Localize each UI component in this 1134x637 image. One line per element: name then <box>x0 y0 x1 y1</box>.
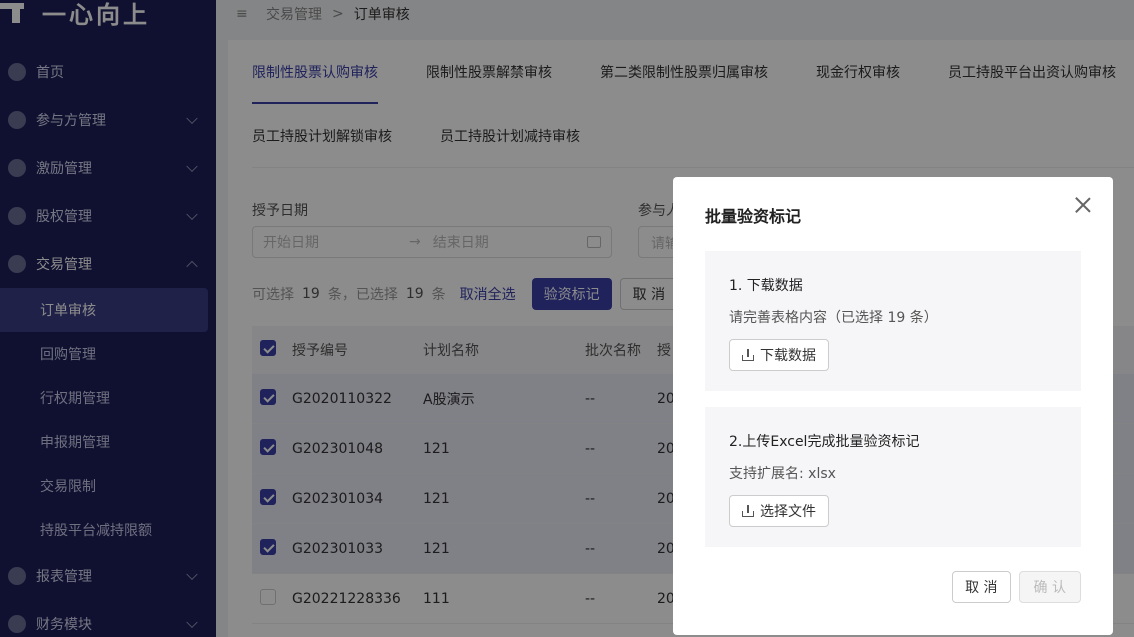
batch-verify-modal: 批量验资标记 1. 下载数据 请完善表格内容（已选择 19 条） 下载数据 2.… <box>673 177 1113 635</box>
step-download: 1. 下载数据 请完善表格内容（已选择 19 条） 下载数据 <box>705 251 1081 391</box>
download-data-label: 下载数据 <box>760 348 816 364</box>
step-upload: 2.上传Excel完成批量验资标记 支持扩展名: xlsx 选择文件 <box>705 407 1081 547</box>
modal-footer: 取 消 确 认 <box>952 571 1081 603</box>
select-file-label: 选择文件 <box>760 504 816 520</box>
step2-desc: 支持扩展名: xlsx <box>729 466 836 482</box>
download-icon <box>742 349 754 361</box>
step2-title: 2.上传Excel完成批量验资标记 <box>729 434 920 450</box>
step1-desc: 请完善表格内容（已选择 19 条） <box>729 310 938 326</box>
select-file-button[interactable]: 选择文件 <box>729 495 829 527</box>
modal-confirm-button[interactable]: 确 认 <box>1018 571 1081 603</box>
close-icon[interactable] <box>1073 195 1093 215</box>
download-data-button[interactable]: 下载数据 <box>729 339 829 371</box>
step1-title: 1. 下载数据 <box>729 278 803 294</box>
modal-title: 批量验资标记 <box>705 207 802 226</box>
modal-cancel-button[interactable]: 取 消 <box>952 571 1011 603</box>
upload-icon <box>742 505 754 517</box>
